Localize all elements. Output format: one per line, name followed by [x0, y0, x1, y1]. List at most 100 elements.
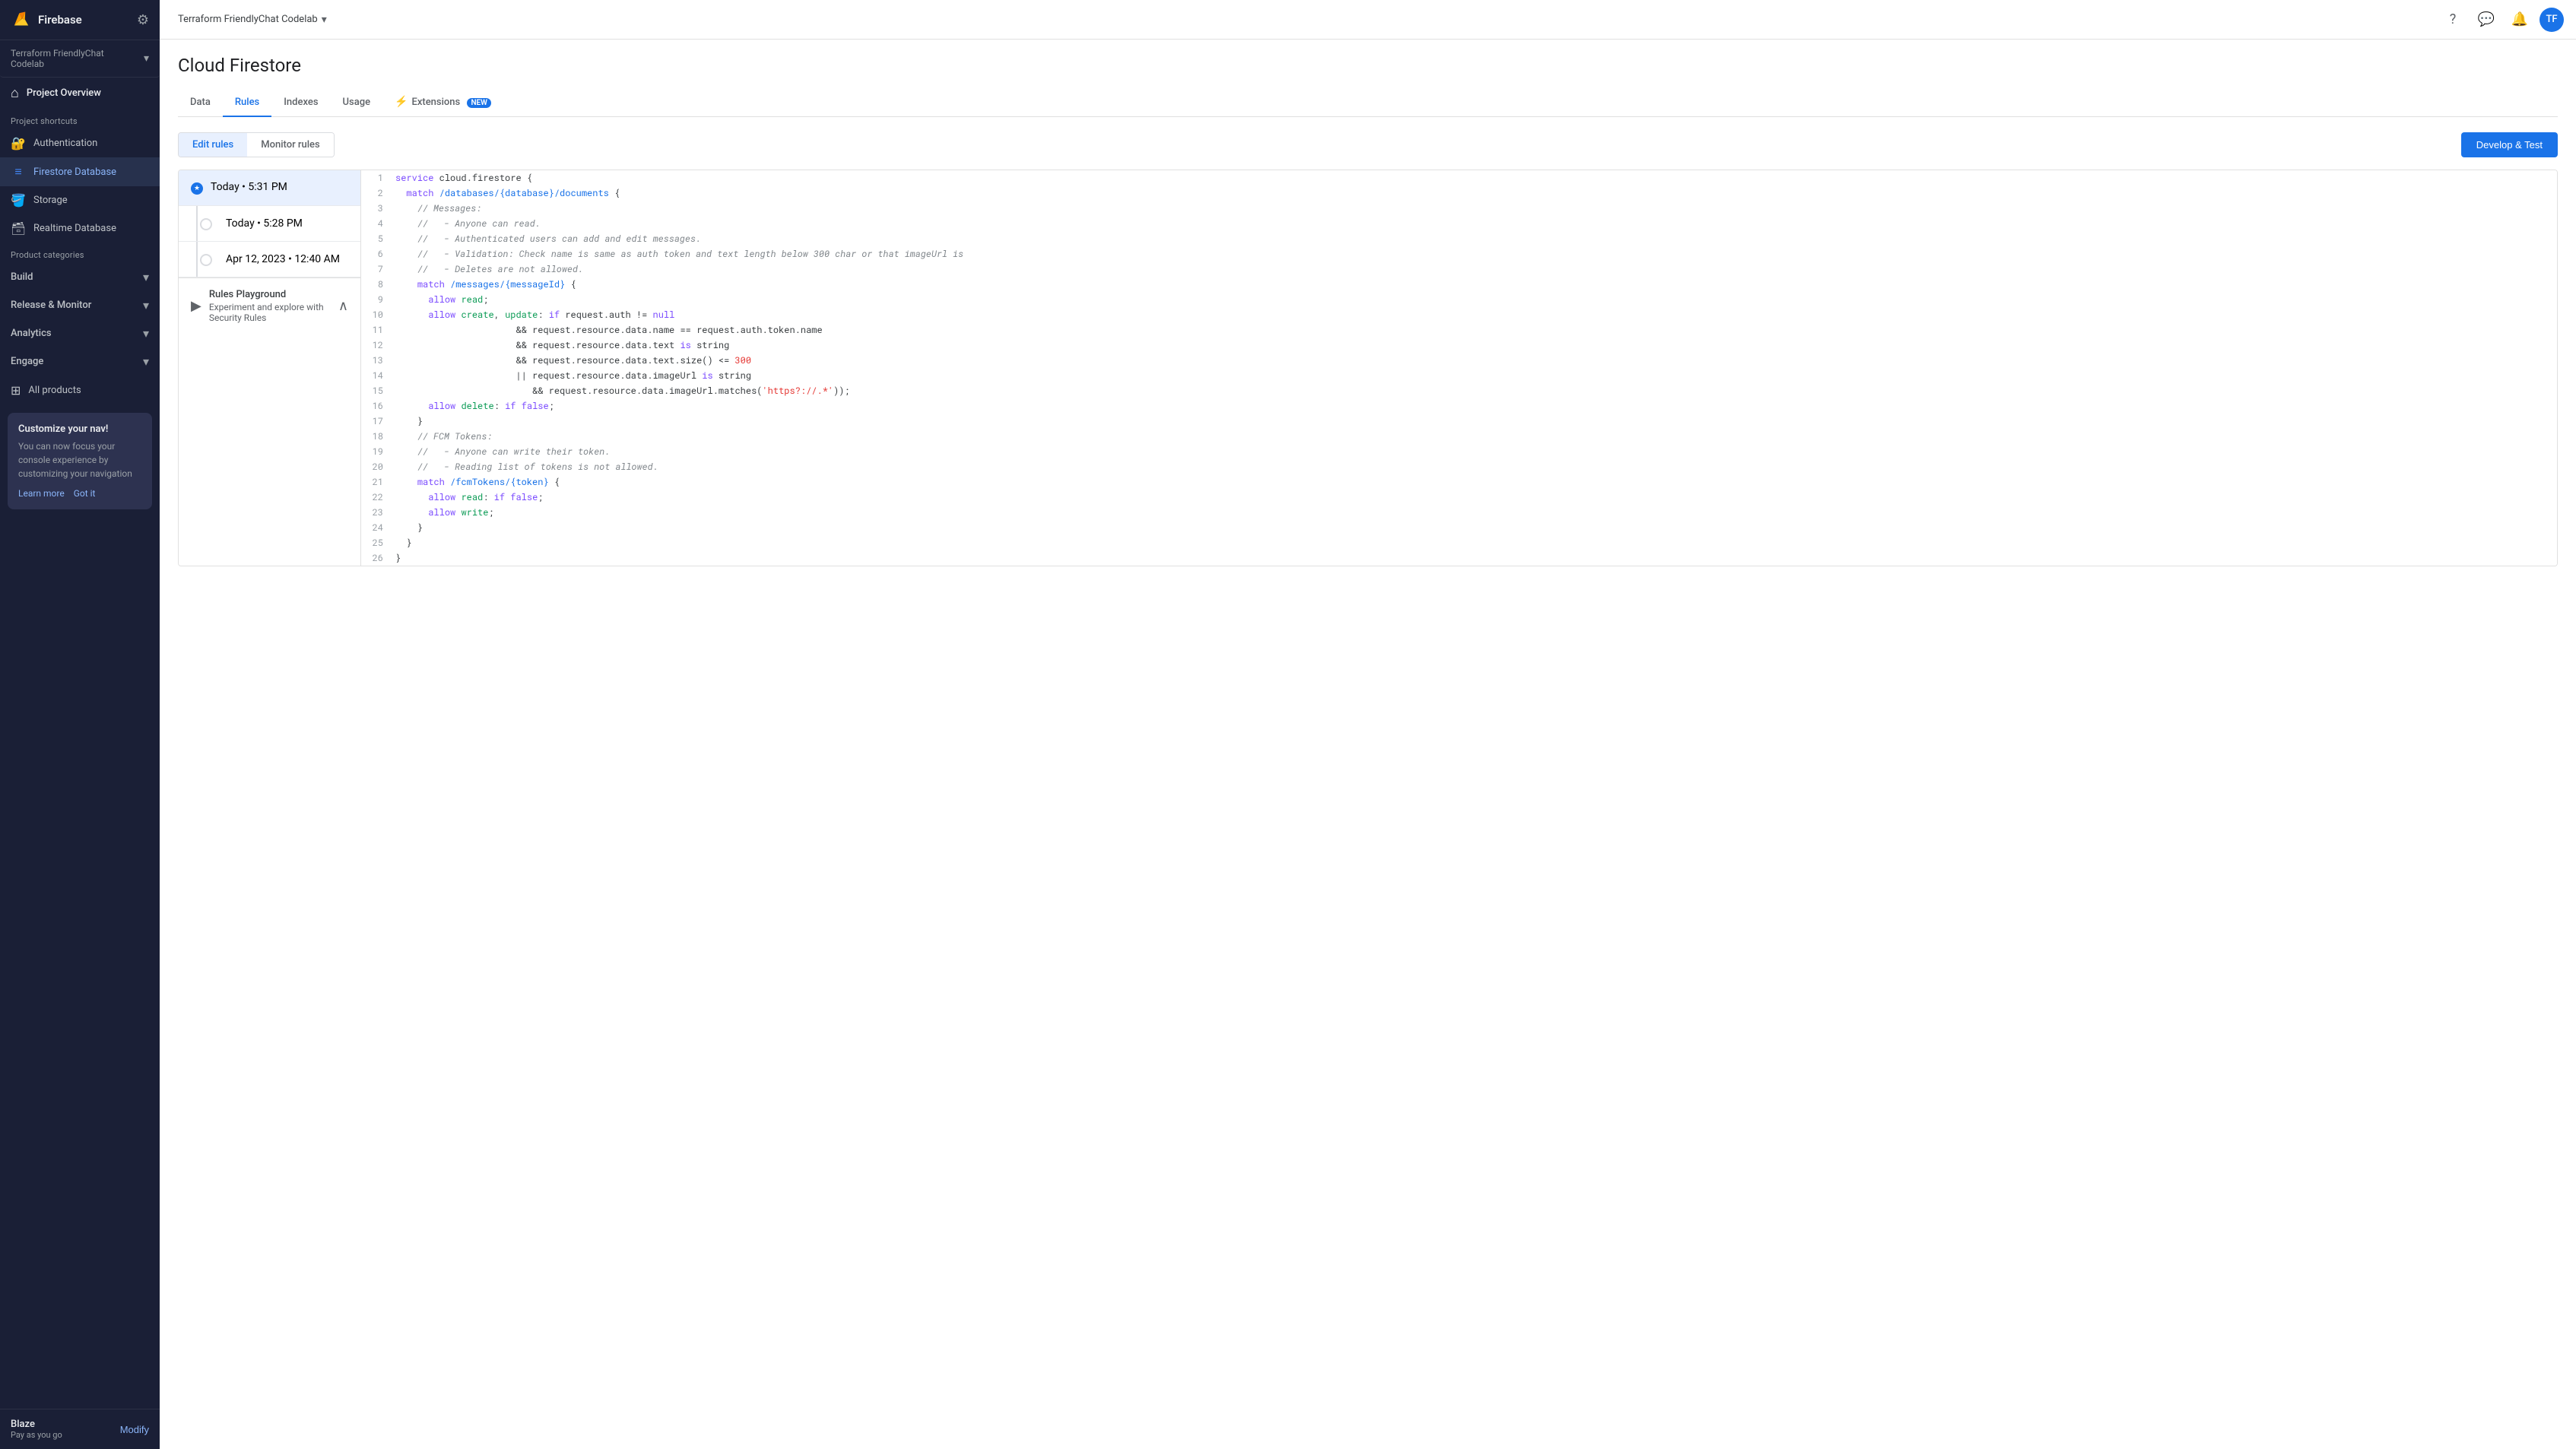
sidebar-section-categories: Product categories	[0, 243, 160, 263]
tab-usage[interactable]: Usage	[331, 89, 383, 117]
sidebar-label-firestore: Firestore Database	[33, 166, 116, 178]
sidebar-category-engage-label: Engage	[11, 356, 43, 367]
storage-icon: 🪣	[11, 193, 26, 208]
release-chevron-icon: ▾	[143, 298, 149, 312]
code-line-19: 19 // - Anyone can write their token.	[361, 444, 2557, 459]
sidebar-section-shortcuts: Project shortcuts	[0, 109, 160, 129]
history-panel: Today • 5:31 PM Today • 5:28 PM Apr 12, …	[179, 170, 361, 566]
monitor-rules-tab[interactable]: Monitor rules	[247, 133, 333, 157]
all-products-label: All products	[28, 385, 81, 396]
code-line-25: 25 }	[361, 535, 2557, 550]
plan-name: Blaze	[11, 1419, 62, 1430]
sidebar-category-build-label: Build	[11, 271, 33, 283]
learn-more-link[interactable]: Learn more	[18, 488, 65, 499]
chat-icon-button[interactable]: 💬	[2473, 6, 2500, 33]
tab-data[interactable]: Data	[178, 89, 223, 117]
engage-chevron-icon: ▾	[143, 354, 149, 369]
develop-test-button[interactable]: Develop & Test	[2461, 132, 2558, 157]
tab-indexes[interactable]: Indexes	[271, 89, 330, 117]
code-line-2: 2 match /databases/{database}/documents …	[361, 185, 2557, 201]
history-item-3[interactable]: Apr 12, 2023 • 12:40 AM	[179, 242, 360, 277]
history-dot-3	[200, 254, 212, 266]
sidebar-category-engage[interactable]: Engage ▾	[0, 347, 160, 376]
playground-subtitle: Experiment and explore with Security Rul…	[209, 302, 331, 323]
code-line-4: 4 // - Anyone can read.	[361, 216, 2557, 231]
playground-chevron-icon[interactable]: ∧	[338, 298, 348, 314]
firebase-brand-label: Firebase	[38, 13, 82, 27]
history-item-1-label: Today • 5:31 PM	[211, 181, 287, 193]
code-line-12: 12 && request.resource.data.text is stri…	[361, 338, 2557, 353]
rules-playground-panel[interactable]: ▶ Rules Playground Experiment and explor…	[179, 277, 360, 334]
customize-nav-title: Customize your nav!	[18, 423, 141, 435]
code-line-21: 21 match /fcmTokens/{token} {	[361, 474, 2557, 490]
topbar-chevron-icon: ▾	[322, 14, 327, 26]
history-item-2[interactable]: Today • 5:28 PM	[179, 206, 360, 242]
sidebar-category-analytics[interactable]: Analytics ▾	[0, 319, 160, 347]
history-item-3-label: Apr 12, 2023 • 12:40 AM	[226, 253, 340, 265]
realtime-db-icon: 🗃	[11, 221, 26, 236]
sidebar-item-realtime-db[interactable]: 🗃 Realtime Database	[0, 214, 160, 243]
topbar-project-name: Terraform FriendlyChat Codelab	[178, 14, 318, 25]
sidebar-item-storage[interactable]: 🪣 Storage	[0, 186, 160, 214]
sidebar-label-storage: Storage	[33, 195, 68, 206]
history-item-1[interactable]: Today • 5:31 PM	[179, 170, 360, 206]
modify-button[interactable]: Modify	[120, 1424, 149, 1435]
firestore-icon: ≡	[11, 164, 26, 179]
sidebar-category-build[interactable]: Build ▾	[0, 263, 160, 291]
user-avatar[interactable]: TF	[2540, 8, 2564, 32]
project-selector[interactable]: Terraform FriendlyChat Codelab ▾	[0, 40, 160, 78]
code-line-9: 9 allow read;	[361, 292, 2557, 307]
sidebar: Firebase ⚙ Terraform FriendlyChat Codela…	[0, 0, 160, 1449]
playground-icon: ▶	[191, 298, 201, 314]
rules-container: Today • 5:31 PM Today • 5:28 PM Apr 12, …	[178, 170, 2558, 566]
page-content: Cloud Firestore Data Rules Indexes Usage…	[160, 40, 2576, 1449]
edit-rules-tab[interactable]: Edit rules	[179, 133, 247, 157]
sidebar-category-release-label: Release & Monitor	[11, 300, 91, 311]
customize-nav-body: You can now focus your console experienc…	[18, 439, 141, 480]
notifications-icon-button[interactable]: 🔔	[2506, 6, 2533, 33]
sidebar-header: Firebase ⚙	[0, 0, 160, 40]
tab-extensions[interactable]: ⚡Extensions NEW	[382, 88, 503, 117]
settings-icon[interactable]: ⚙	[137, 12, 149, 28]
code-line-8: 8 match /messages/{messageId} {	[361, 277, 2557, 292]
page-tabs: Data Rules Indexes Usage ⚡Extensions NEW	[178, 88, 2558, 117]
sidebar-category-release[interactable]: Release & Monitor ▾	[0, 291, 160, 319]
code-line-16: 16 allow delete: if false;	[361, 398, 2557, 414]
help-icon-button[interactable]: ?	[2439, 6, 2467, 33]
code-line-11: 11 && request.resource.data.name == requ…	[361, 322, 2557, 338]
rules-toolbar: Edit rules Monitor rules Develop & Test	[178, 132, 2558, 157]
got-it-link[interactable]: Got it	[74, 488, 96, 499]
code-line-23: 23 allow write;	[361, 505, 2557, 520]
code-line-6: 6 // - Validation: Check name is same as…	[361, 246, 2557, 262]
extensions-badge: NEW	[467, 98, 491, 108]
code-line-18: 18 // FCM Tokens:	[361, 429, 2557, 444]
topbar: Terraform FriendlyChat Codelab ▾ ? 💬 🔔 T…	[160, 0, 2576, 40]
sidebar-label-realtime-db: Realtime Database	[33, 223, 116, 234]
code-line-14: 14 || request.resource.data.imageUrl is …	[361, 368, 2557, 383]
sidebar-footer: Blaze Pay as you go Modify	[0, 1409, 160, 1449]
build-chevron-icon: ▾	[143, 270, 149, 284]
main-content: Terraform FriendlyChat Codelab ▾ ? 💬 🔔 T…	[160, 0, 2576, 1449]
sidebar-item-project-overview[interactable]: ⌂ Project Overview	[0, 78, 160, 109]
customize-nav-links: Learn more Got it	[18, 488, 141, 499]
code-line-22: 22 allow read: if false;	[361, 490, 2557, 505]
code-line-17: 17 }	[361, 414, 2557, 429]
history-item-2-label: Today • 5:28 PM	[226, 217, 303, 230]
topbar-project-selector[interactable]: Terraform FriendlyChat Codelab ▾	[172, 10, 333, 30]
plan-info: Blaze Pay as you go	[11, 1419, 62, 1440]
history-dot-2	[200, 218, 212, 230]
analytics-chevron-icon: ▾	[143, 326, 149, 341]
playground-title: Rules Playground	[209, 289, 331, 300]
sidebar-item-firestore[interactable]: ≡ Firestore Database	[0, 157, 160, 186]
sidebar-item-all-products[interactable]: ⊞ All products	[0, 376, 160, 405]
code-line-7: 7 // - Deletes are not allowed.	[361, 262, 2557, 277]
code-line-26: 26 }	[361, 550, 2557, 566]
tab-rules[interactable]: Rules	[223, 89, 271, 117]
code-editor[interactable]: 1 service cloud.firestore { 2 match /dat…	[361, 170, 2557, 566]
all-products-grid-icon: ⊞	[11, 383, 21, 398]
sidebar-item-authentication[interactable]: 🔐 Authentication	[0, 129, 160, 157]
project-selector-chevron-icon: ▾	[144, 52, 149, 65]
plan-sub: Pay as you go	[11, 1430, 62, 1440]
project-overview-label: Project Overview	[27, 87, 101, 99]
sidebar-label-authentication: Authentication	[33, 138, 97, 149]
